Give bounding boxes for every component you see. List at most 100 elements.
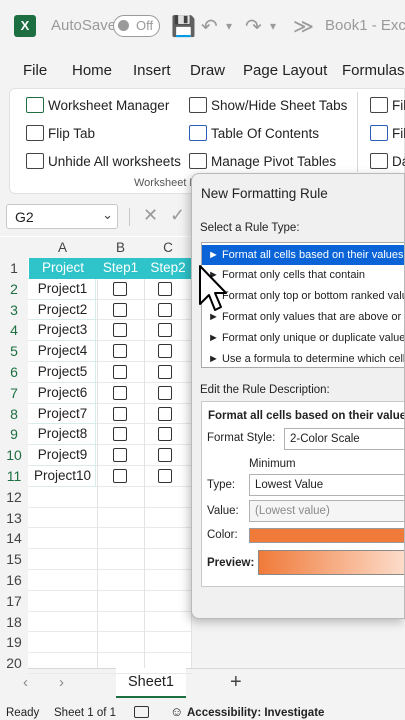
column-header-b[interactable]: B [97,237,144,258]
tab-file[interactable]: File [23,62,47,79]
project-cell[interactable]: Project6 [30,382,96,404]
step2-checkbox[interactable] [158,448,172,463]
select-all-corner[interactable] [0,237,28,258]
value-field[interactable]: (Lowest value) [249,500,404,522]
project-cell[interactable]: Project7 [30,403,96,425]
column-header-c[interactable]: C [144,237,192,258]
enter-icon[interactable]: ✓ [170,205,185,226]
scroll-left-icon[interactable]: ‹ [23,674,28,691]
rule-type-item[interactable]: ► Format all cells based on their values [202,245,404,265]
row-header[interactable]: 2 [0,278,28,300]
rule-type-item[interactable]: ► Format only values that are above or b… [202,307,404,327]
rule-type-item[interactable]: ► Format only cells that contain [202,265,404,285]
chevron-down-icon[interactable]: ⌄ [102,207,113,223]
step1-checkbox[interactable] [113,281,127,296]
step2-checkbox[interactable] [158,469,172,483]
camera-icon[interactable] [134,706,149,718]
row-header[interactable]: 16 [0,570,28,591]
step1-checkbox[interactable] [113,365,127,379]
step2-checkbox[interactable] [158,344,172,359]
data-button[interactable]: Da [392,154,405,169]
row-header[interactable]: 9 [0,424,28,446]
step1-checkbox[interactable] [113,323,127,338]
project-cell[interactable]: Project5 [30,362,96,383]
row-header[interactable]: 4 [0,320,28,342]
project-cell[interactable]: Project10 [30,466,96,487]
row-header[interactable]: 7 [0,382,28,404]
step1-checkbox[interactable] [113,448,127,463]
rule-type-item[interactable]: ► Format only top or bottom ranked value… [202,286,404,306]
worksheet-manager-button[interactable]: Worksheet Manager [48,98,169,113]
file-button-2[interactable]: File [392,126,405,141]
undo-dropdown-icon[interactable]: ▾ [226,19,232,33]
row-header[interactable]: 20 [0,653,28,674]
row-header[interactable]: 1 [0,258,28,279]
save-icon[interactable]: 💾 [171,14,196,39]
step2-checkbox[interactable] [158,406,172,421]
row-header[interactable]: 13 [0,507,28,529]
project-cell[interactable]: Project9 [30,445,96,466]
step1-checkbox[interactable] [113,469,127,483]
autosave-toggle[interactable]: Off [113,15,160,37]
row-header[interactable]: 15 [0,549,28,570]
step2-checkbox[interactable] [158,281,172,296]
row-header[interactable]: 18 [0,611,28,633]
add-sheet-button[interactable]: + [230,671,242,694]
undo-icon[interactable]: ↶ [201,14,218,39]
tab-home[interactable]: Home [72,62,112,79]
step2-checkbox[interactable] [158,323,172,338]
project-cell[interactable]: Project4 [30,341,96,362]
header-cell[interactable]: Step1 [97,258,144,279]
tab-formulas[interactable]: Formulas [342,62,405,79]
more-commands-icon[interactable]: ≫ [293,14,314,39]
format-style-select[interactable]: 2-Color Scale [284,428,404,450]
project-cell[interactable]: Project1 [30,278,96,300]
row-header[interactable]: 11 [0,466,28,487]
project-cell[interactable]: Project3 [30,320,96,342]
step2-checkbox[interactable] [158,365,172,379]
rule-type-item[interactable]: ► Use a formula to determine which cells… [202,349,404,369]
row-header[interactable]: 3 [0,299,28,321]
unhide-all-button[interactable]: Unhide All worksheets [48,154,181,169]
cancel-icon[interactable]: ✕ [143,205,158,226]
row-header[interactable]: 17 [0,590,28,612]
tab-insert[interactable]: Insert [133,62,171,79]
tab-page-layout[interactable]: Page Layout [243,62,327,79]
rule-type-item[interactable]: ► Format only unique or duplicate values [202,328,404,348]
tab-draw[interactable]: Draw [190,62,225,79]
step1-checkbox[interactable] [113,406,127,421]
row-header[interactable]: 12 [0,486,28,508]
rule-type-list[interactable]: ► Format all cells based on their values… [201,242,404,369]
redo-dropdown-icon[interactable]: ▾ [270,19,276,33]
header-cell[interactable]: Project [29,258,97,279]
header-cell[interactable]: Step2 [144,258,192,279]
accessibility-status[interactable]: Accessibility: Investigate [187,707,324,719]
file-button-1[interactable]: File [392,98,405,113]
color-picker[interactable] [249,528,404,543]
step1-checkbox[interactable] [113,385,127,400]
show-hide-tabs-button[interactable]: Show/Hide Sheet Tabs [211,98,347,113]
column-header-a[interactable]: A [28,237,97,258]
step2-checkbox[interactable] [158,302,172,317]
row-header[interactable]: 5 [0,341,28,362]
step1-checkbox[interactable] [113,427,127,442]
row-header[interactable]: 8 [0,403,28,425]
step1-checkbox[interactable] [113,302,127,317]
row-header[interactable]: 10 [0,445,28,466]
redo-icon[interactable]: ↷ [245,14,262,39]
step1-checkbox[interactable] [113,344,127,359]
step2-checkbox[interactable] [158,427,172,442]
row-header[interactable]: 19 [0,632,28,654]
status-ready: Ready [6,707,40,719]
project-cell[interactable]: Project2 [30,299,96,321]
type-select[interactable]: Lowest Value [249,474,404,496]
flip-tab-button[interactable]: Flip Tab [48,126,95,141]
table-of-contents-button[interactable]: Table Of Contents [211,126,319,141]
row-header[interactable]: 14 [0,528,28,550]
scroll-right-icon[interactable]: › [59,674,64,691]
project-cell[interactable]: Project8 [30,424,96,446]
step2-checkbox[interactable] [158,385,172,400]
manage-pivot-tables-button[interactable]: Manage Pivot Tables [211,154,336,169]
row-header[interactable]: 6 [0,362,28,383]
name-box[interactable]: G2 ⌄ [6,204,118,229]
